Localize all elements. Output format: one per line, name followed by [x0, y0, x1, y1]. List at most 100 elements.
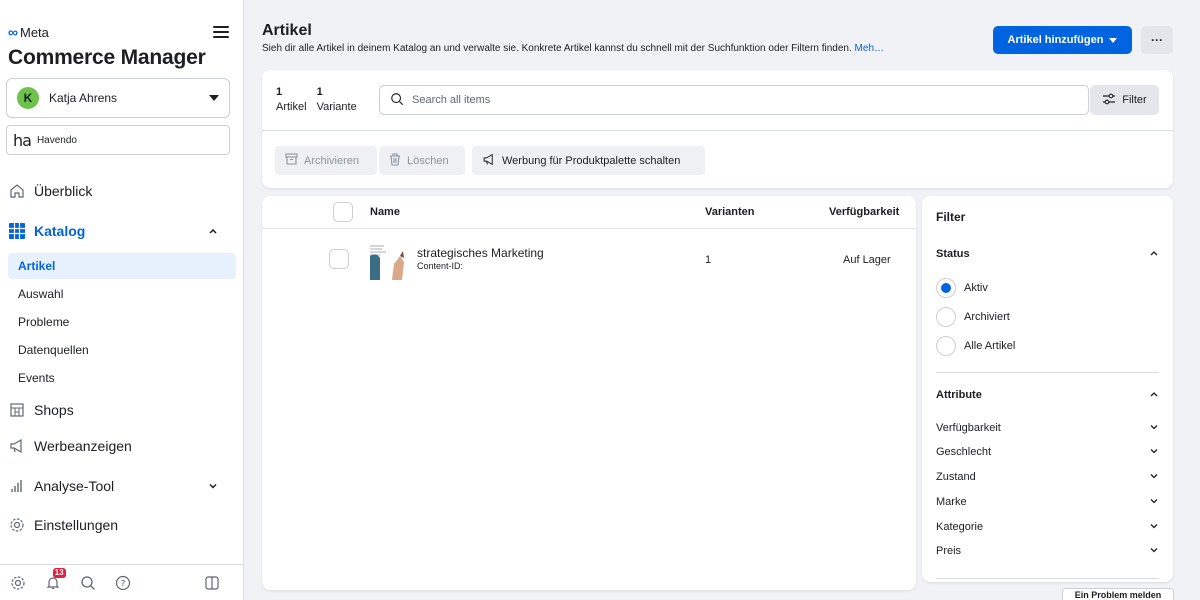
nav-label: Einstellungen [34, 517, 119, 533]
radio-button[interactable] [936, 278, 956, 298]
filter-button[interactable]: Filter [1090, 85, 1159, 115]
header-divider [262, 228, 916, 229]
panel-toggle-icon[interactable] [201, 572, 222, 594]
status-option-label: Aktiv [964, 282, 988, 294]
filter-button-label: Filter [1122, 94, 1147, 106]
shop-icon [8, 401, 26, 419]
menu-toggle-icon[interactable] [213, 26, 229, 38]
svg-text:?: ? [120, 579, 125, 589]
attribute-label: Zustand [936, 471, 976, 483]
attribute-condition[interactable]: Zustand [936, 468, 1159, 486]
sidebar-item-events[interactable]: Events [8, 365, 236, 391]
radio-button[interactable] [936, 307, 956, 327]
account-selector[interactable]: K Katja Ahrens [6, 78, 230, 118]
variants-count: 1 Variante [317, 86, 357, 113]
chevron-down-icon [1149, 521, 1159, 534]
nav-label: Werbeanzeigen [34, 438, 132, 454]
attributes-chevron-up-icon[interactable] [1149, 389, 1159, 402]
settings-gear-icon[interactable] [8, 572, 29, 594]
column-header-availability[interactable]: Verfügbarkeit [829, 206, 899, 218]
row-checkbox[interactable] [329, 249, 349, 269]
page-description-text: Sieh dir alle Artikel in deinem Katalog … [262, 43, 852, 54]
item-name[interactable]: strategisches Marketing [417, 246, 544, 260]
trash-icon [389, 152, 401, 169]
item-content-id: Content-ID: [417, 261, 464, 271]
nav-label: Shops [34, 402, 74, 418]
nav-item-analytics[interactable]: Analyse-Tool [0, 471, 236, 501]
divider [936, 372, 1159, 373]
archive-label: Archivieren [304, 154, 360, 167]
attribute-price[interactable]: Preis [936, 542, 1159, 560]
attributes-section-title: Attribute [936, 389, 982, 401]
read-more-link[interactable]: Meh… [855, 43, 884, 54]
status-option-active[interactable]: Aktiv [936, 278, 988, 298]
attribute-label: Marke [936, 496, 967, 508]
item-variants: 1 [705, 254, 712, 266]
divider [262, 130, 1173, 131]
attribute-availability[interactable]: Verfügbarkeit [936, 419, 1159, 437]
status-chevron-up-icon[interactable] [1149, 248, 1159, 261]
status-option-archived[interactable]: Archiviert [936, 307, 1010, 327]
nav-item-ads[interactable]: Werbeanzeigen [0, 431, 236, 461]
nav-label: Katalog [34, 223, 86, 239]
status-option-label: Archiviert [964, 311, 1010, 323]
meta-logo-text: Meta [19, 24, 49, 40]
nav-item-shops[interactable]: Shops [0, 395, 236, 425]
attribute-label: Preis [936, 545, 962, 557]
caret-down-icon [209, 95, 219, 101]
chevron-up-icon [208, 223, 218, 239]
radio-button[interactable] [936, 336, 956, 356]
nav-item-catalog[interactable]: Katalog [0, 216, 236, 246]
search-icon[interactable] [78, 572, 99, 594]
attribute-label: Verfügbarkeit [936, 422, 1001, 434]
home-icon [8, 182, 26, 200]
attribute-gender[interactable]: Geschlecht [936, 443, 1159, 461]
add-item-button[interactable]: Artikel hinzufügen [993, 26, 1132, 54]
chevron-down-icon [1149, 422, 1159, 435]
attribute-category[interactable]: Kategorie [936, 518, 1159, 536]
sidebar-footer: 13 ? [0, 564, 244, 600]
avatar: K [17, 87, 39, 109]
help-icon[interactable]: ? [112, 572, 133, 594]
nav-item-overview[interactable]: Überblick [0, 176, 236, 206]
dropdown-arrow-icon [1109, 37, 1118, 43]
column-header-variants[interactable]: Varianten [705, 206, 755, 218]
catalog-selector[interactable]: ha Havendo [6, 125, 230, 155]
megaphone-icon [8, 437, 26, 455]
add-item-label: Artikel hinzufügen [1007, 34, 1104, 46]
search-input[interactable] [412, 94, 1088, 106]
sidebar-item-probleme[interactable]: Probleme [8, 309, 236, 335]
sidebar-item-artikel[interactable]: Artikel [8, 253, 236, 279]
chevron-down-icon [1149, 471, 1159, 484]
advertise-label: Werbung für Produktpalette schalten [502, 154, 681, 167]
archive-button[interactable]: Archivieren [275, 146, 377, 175]
nav-item-settings[interactable]: Einstellungen [0, 510, 236, 540]
sidebar-item-auswahl[interactable]: Auswahl [8, 281, 236, 307]
chevron-down-icon [1149, 446, 1159, 459]
attribute-brand[interactable]: Marke [936, 493, 1159, 511]
notifications-bell-icon[interactable]: 13 [43, 567, 66, 594]
more-options-button[interactable]: ··· [1141, 26, 1173, 54]
page-title: Artikel [262, 22, 312, 39]
sidebar-item-datenquellen[interactable]: Datenquellen [8, 337, 236, 363]
column-header-name[interactable]: Name [370, 206, 400, 218]
items-count-value: 1 [276, 86, 283, 98]
brand-row: ∞ Meta [8, 22, 229, 42]
meta-logo[interactable]: ∞ Meta [8, 24, 49, 40]
attribute-label: Kategorie [936, 521, 984, 533]
search-box[interactable] [379, 85, 1089, 115]
delete-button[interactable]: Löschen [379, 146, 465, 175]
catalog-name: Havendo [36, 134, 77, 146]
nav-label: Überblick [34, 183, 93, 199]
item-counts: 1 Artikel 1 Variante [276, 86, 357, 113]
product-thumbnail[interactable] [370, 242, 408, 280]
catalog-logo: ha [13, 130, 32, 150]
nav-label: Analyse-Tool [34, 478, 115, 494]
select-all-checkbox[interactable] [333, 202, 353, 222]
items-table: Name Varianten Verfügbarkeit strategisch… [262, 196, 916, 590]
advertise-button[interactable]: Werbung für Produktpalette schalten [472, 146, 705, 175]
report-problem-button[interactable]: Ein Problem melden [1062, 588, 1174, 600]
variants-count-value: 1 [316, 86, 323, 98]
search-icon [390, 92, 404, 109]
status-option-all[interactable]: Alle Artikel [936, 336, 1015, 356]
